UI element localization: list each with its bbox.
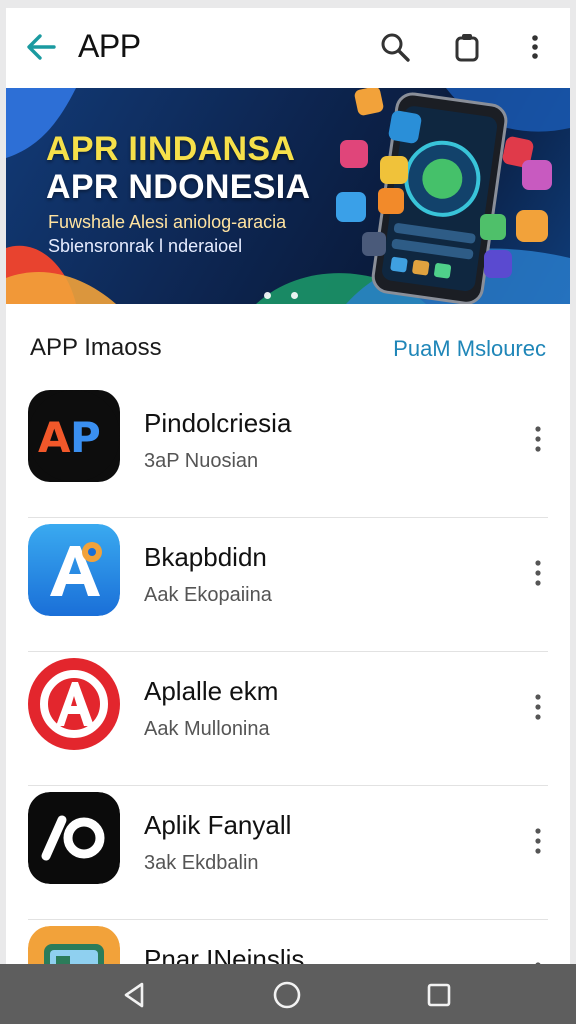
more-vert-icon[interactable] <box>526 690 550 724</box>
app-screen: APP APR IINDANSA APR NDONESIA Fuwshale A… <box>6 8 570 964</box>
banner-subtitle-line2: Sbiensronrak l nderaioel <box>48 236 243 256</box>
system-nav-bar <box>0 964 576 1024</box>
tablet-logo-icon <box>28 926 120 964</box>
more-vert-icon[interactable] <box>518 30 552 64</box>
list-item[interactable]: Aplik Fanyall 3ak Ekdbalin <box>6 786 570 920</box>
a-star-logo-icon <box>28 524 120 616</box>
svg-text:P: P <box>70 413 101 462</box>
back-arrow-icon[interactable] <box>24 30 58 64</box>
banner-title-line2: APR NDONESIA <box>46 168 311 206</box>
app-name: Bkapbdidn <box>144 542 267 572</box>
banner-title-line1: APR IINDANSA <box>46 130 296 168</box>
banner-page-indicator <box>264 286 318 304</box>
io-logo-icon <box>28 792 120 884</box>
home-circle-icon[interactable] <box>270 978 304 1012</box>
more-vert-icon[interactable] <box>526 824 550 858</box>
back-triangle-icon[interactable] <box>118 978 152 1012</box>
page-dot <box>264 292 271 299</box>
app-bar: APP <box>6 8 570 89</box>
page-dot <box>291 292 298 299</box>
a-circle-logo-icon <box>28 658 120 750</box>
list-item[interactable]: Aplalle ekm Aak Mullonina <box>6 652 570 786</box>
banner-subtitle-line1: Fuwshale Alesi aniolog-aracia <box>48 212 287 232</box>
section-title: APP Imaoss <box>30 334 162 361</box>
app-name: Aplalle ekm <box>144 676 279 706</box>
app-subtitle: Aak Ekopaiina <box>144 584 272 606</box>
more-vert-icon[interactable] <box>526 556 550 590</box>
page-title: APP <box>78 28 141 64</box>
clipboard-icon[interactable] <box>450 30 484 64</box>
list-item[interactable]: Bkapbdidn Aak Ekopaiina <box>6 518 570 652</box>
list-item[interactable]: A P Pindolcriesia 3aP Nuosian <box>6 384 570 518</box>
app-subtitle: 3ak Ekdbalin <box>144 852 259 874</box>
search-icon[interactable] <box>378 30 412 64</box>
app-name: Aplik Fanyall <box>144 810 292 840</box>
app-name: Pnar INeinslis <box>144 944 305 964</box>
app-subtitle: 3aP Nuosian <box>144 450 259 472</box>
app-name: Pindolcriesia <box>144 408 292 438</box>
svg-text:A: A <box>38 413 71 462</box>
section-see-more-link[interactable]: PuaM Mslourec <box>393 336 546 362</box>
promo-banner[interactable]: APR IINDANSA APR NDONESIA Fuwshale Alesi… <box>6 88 570 304</box>
recents-square-icon[interactable] <box>422 978 456 1012</box>
app-subtitle: Aak Mullonina <box>144 718 270 740</box>
ap-logo-icon: A P <box>28 390 120 482</box>
list-item[interactable]: Pnar INeinslis <box>6 920 570 964</box>
more-vert-icon[interactable] <box>526 422 550 456</box>
